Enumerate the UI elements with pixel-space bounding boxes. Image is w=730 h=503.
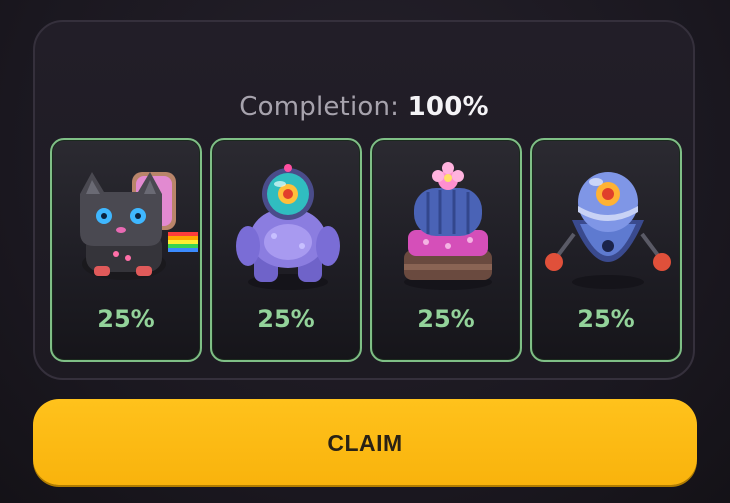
collection-cards: 25% 25% 25% 25% bbox=[50, 138, 684, 364]
card-percent: 25% bbox=[577, 305, 635, 333]
collection-card[interactable]: 25% bbox=[530, 138, 682, 362]
one-eyed-bomb-robot-icon bbox=[545, 172, 671, 289]
card-percent: 25% bbox=[417, 305, 475, 333]
completion-value: 100% bbox=[407, 92, 489, 122]
rainbow-cat-robot-icon bbox=[80, 172, 198, 280]
cactus-creature-icon bbox=[404, 162, 492, 290]
claim-button-label: CLAIM bbox=[327, 430, 403, 456]
completion-label: Completion: bbox=[239, 92, 400, 122]
card-percent: 25% bbox=[97, 305, 155, 333]
claim-button[interactable]: CLAIM bbox=[33, 399, 697, 485]
collection-card[interactable]: 25% bbox=[370, 138, 522, 362]
card-percent: 25% bbox=[257, 305, 315, 333]
collection-card[interactable]: 25% bbox=[210, 138, 362, 362]
reward-screen: Completion: 100% 25% 25% 25% 25% CLAIM bbox=[0, 0, 730, 503]
completion-text: Completion: 100% bbox=[35, 92, 693, 122]
purple-astronaut-robot-icon bbox=[236, 164, 340, 290]
collection-card[interactable]: 25% bbox=[50, 138, 202, 362]
